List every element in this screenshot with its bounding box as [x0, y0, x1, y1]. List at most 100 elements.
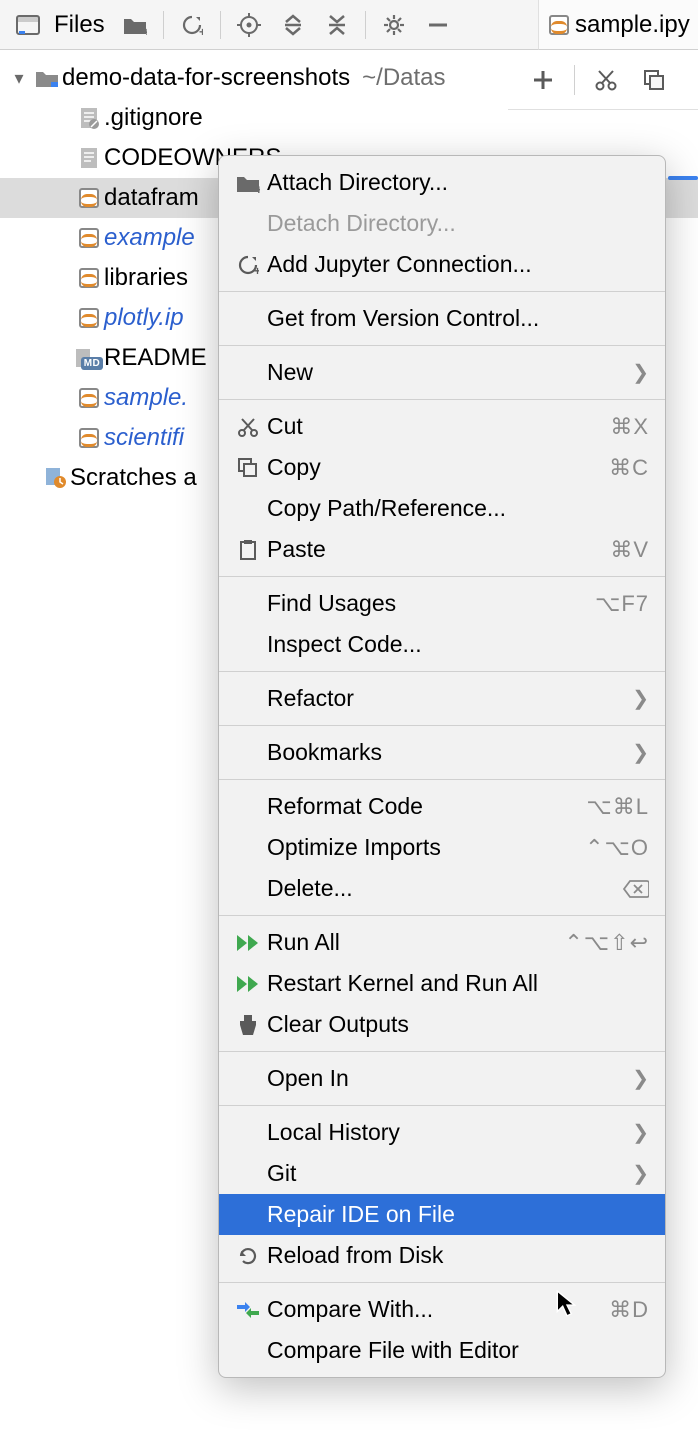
menu-label: Open In [267, 1065, 632, 1092]
new-folder-icon[interactable]: + [115, 5, 155, 45]
svg-text:+: + [254, 264, 259, 276]
jupyter-file-icon [74, 428, 104, 448]
chevron-down-icon[interactable]: ▾ [6, 68, 32, 89]
editor-tab-label: sample.ipy [575, 11, 690, 39]
reload-icon [229, 1245, 267, 1267]
menu-cut[interactable]: Cut ⌘X [219, 406, 665, 447]
tree-item-label: scientifi [104, 424, 184, 452]
menu-bookmarks[interactable]: Bookmarks ❯ [219, 732, 665, 773]
svg-text:+: + [255, 182, 260, 193]
menu-label: Delete... [267, 875, 623, 902]
notebook-divider [574, 65, 575, 95]
menu-label: Run All [267, 929, 564, 956]
window-icon[interactable] [8, 5, 48, 45]
delete-key-icon [623, 880, 649, 898]
tree-scratches-label: Scratches a [70, 464, 197, 492]
menu-separator [219, 725, 665, 726]
menu-separator [219, 399, 665, 400]
menu-shortcut: ⌘X [610, 414, 649, 440]
menu-label: Copy [267, 454, 609, 481]
tree-item-label: datafram [104, 184, 199, 212]
chevron-right-icon: ❯ [632, 1066, 649, 1091]
menu-label: Compare With... [267, 1296, 609, 1323]
menu-run-all[interactable]: Run All ⌃⌥⇧↩ [219, 922, 665, 963]
menu-compare-editor[interactable]: Compare File with Editor [219, 1330, 665, 1371]
menu-shortcut: ⌃⌥⇧↩ [564, 930, 649, 956]
menu-paste[interactable]: Paste ⌘V [219, 529, 665, 570]
menu-separator [219, 345, 665, 346]
menu-reformat[interactable]: Reformat Code ⌥⌘L [219, 786, 665, 827]
menu-label: Get from Version Control... [267, 305, 649, 332]
menu-detach-directory: Detach Directory... [219, 203, 665, 244]
editor-tab-sample[interactable]: sample.ipy [549, 11, 690, 39]
toolbar-divider [220, 11, 221, 39]
menu-attach-directory[interactable]: + Attach Directory... [219, 162, 665, 203]
menu-separator [219, 1105, 665, 1106]
jupyter-file-icon [74, 268, 104, 288]
paste-icon [229, 539, 267, 561]
folder-icon [32, 68, 62, 88]
chevron-right-icon: ❯ [632, 740, 649, 765]
scratches-icon [40, 467, 70, 489]
menu-optimize[interactable]: Optimize Imports ⌃⌥O [219, 827, 665, 868]
menu-repair-ide[interactable]: Repair IDE on File [219, 1194, 665, 1235]
menu-new[interactable]: New ❯ [219, 352, 665, 393]
svg-text:+: + [143, 24, 147, 35]
expand-all-icon[interactable] [273, 5, 313, 45]
menu-separator [219, 291, 665, 292]
menu-label: Compare File with Editor [267, 1337, 649, 1364]
tree-root-name: demo-data-for-screenshots [62, 64, 350, 92]
jupyter-connect-icon: + [229, 254, 267, 276]
menu-delete[interactable]: Delete... [219, 868, 665, 909]
target-icon[interactable] [229, 5, 269, 45]
clear-icon [229, 1014, 267, 1036]
menu-label: Detach Directory... [267, 210, 649, 237]
menu-find-usages[interactable]: Find Usages ⌥F7 [219, 583, 665, 624]
menu-refactor[interactable]: Refactor ❯ [219, 678, 665, 719]
menu-label: Find Usages [267, 590, 595, 617]
menu-reload-disk[interactable]: Reload from Disk [219, 1235, 665, 1276]
minimize-icon[interactable] [418, 5, 458, 45]
copy-cell-button[interactable] [637, 63, 671, 97]
menu-open-in[interactable]: Open In ❯ [219, 1058, 665, 1099]
file-icon [74, 147, 104, 169]
menu-label: Repair IDE on File [267, 1201, 649, 1228]
menu-label: Reformat Code [267, 793, 586, 820]
attach-folder-icon: + [229, 173, 267, 193]
refresh-icon[interactable]: + [172, 5, 212, 45]
chevron-right-icon: ❯ [632, 1120, 649, 1145]
tree-root-path: ~/Datas [362, 64, 445, 92]
menu-vcs-get[interactable]: Get from Version Control... [219, 298, 665, 339]
menu-shortcut: ⌃⌥O [585, 835, 649, 861]
menu-add-jupyter[interactable]: + Add Jupyter Connection... [219, 244, 665, 285]
tree-item-label: README [104, 344, 207, 372]
settings-gear-icon[interactable] [374, 5, 414, 45]
collapse-all-icon[interactable] [317, 5, 357, 45]
notebook-toolbar [508, 50, 698, 110]
add-cell-button[interactable] [526, 63, 560, 97]
menu-label: Refactor [267, 685, 632, 712]
menu-copy-path[interactable]: Copy Path/Reference... [219, 488, 665, 529]
menu-label: Local History [267, 1119, 632, 1146]
menu-compare-with[interactable]: Compare With... ⌘D [219, 1289, 665, 1330]
toolbar-divider [163, 11, 164, 39]
tree-item-label: plotly.ip [104, 304, 184, 332]
menu-git[interactable]: Git ❯ [219, 1153, 665, 1194]
gutter-highlight [668, 176, 698, 180]
menu-local-history[interactable]: Local History ❯ [219, 1112, 665, 1153]
files-label: Files [54, 11, 105, 39]
menu-label: Clear Outputs [267, 1011, 649, 1038]
file-icon [74, 107, 104, 129]
menu-separator [219, 779, 665, 780]
menu-label: Cut [267, 413, 610, 440]
menu-restart-run-all[interactable]: Restart Kernel and Run All [219, 963, 665, 1004]
jupyter-file-icon [74, 388, 104, 408]
cut-cell-button[interactable] [589, 63, 623, 97]
menu-copy[interactable]: Copy ⌘C [219, 447, 665, 488]
jupyter-file-icon [74, 188, 104, 208]
menu-shortcut: ⌘V [610, 537, 649, 563]
jupyter-file-icon [74, 228, 104, 248]
menu-separator [219, 1051, 665, 1052]
menu-inspect[interactable]: Inspect Code... [219, 624, 665, 665]
menu-clear-outputs[interactable]: Clear Outputs [219, 1004, 665, 1045]
